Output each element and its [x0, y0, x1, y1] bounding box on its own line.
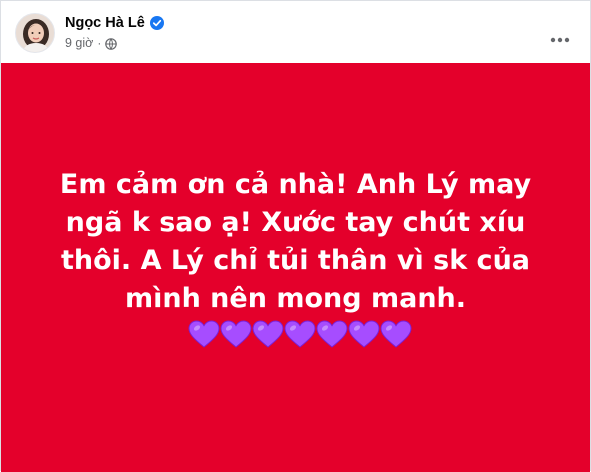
- purple-heart-icon: [283, 319, 316, 349]
- status-text: Em cảm ơn cả nhà! Anh Lý may ngã k sao ạ…: [59, 168, 532, 314]
- purple-heart-icon: [347, 319, 380, 349]
- avatar[interactable]: [15, 13, 55, 53]
- purple-heart-icon: [219, 319, 252, 349]
- post-timestamp[interactable]: 9 giờ: [65, 35, 93, 51]
- purple-heart-icon: [187, 319, 220, 349]
- purple-heart-icon: [251, 319, 284, 349]
- post-header: Ngọc Hà Lê 9 giờ ·: [1, 1, 590, 63]
- post-meta: 9 giờ ·: [65, 35, 118, 51]
- more-options-button[interactable]: [546, 21, 574, 45]
- author-name[interactable]: Ngọc Hà Lê: [65, 14, 145, 32]
- purple-hearts: [187, 319, 412, 349]
- avatar-image: [16, 14, 54, 52]
- facebook-post: Ngọc Hà Lê 9 giờ · Em cảm ơn cả nhà! Anh…: [0, 0, 591, 472]
- meta-separator: ·: [97, 36, 102, 50]
- status-background-card: Em cảm ơn cả nhà! Anh Lý may ngã k sao ạ…: [1, 63, 590, 472]
- purple-heart-icon: [315, 319, 348, 349]
- verified-badge-icon: [149, 16, 164, 30]
- status-text-block: Em cảm ơn cả nhà! Anh Lý may ngã k sao ạ…: [37, 166, 554, 356]
- purple-heart-icon: [379, 319, 412, 349]
- globe-icon[interactable]: [105, 37, 118, 50]
- more-options-icon: [550, 30, 570, 43]
- author-row: Ngọc Hà Lê: [65, 14, 164, 32]
